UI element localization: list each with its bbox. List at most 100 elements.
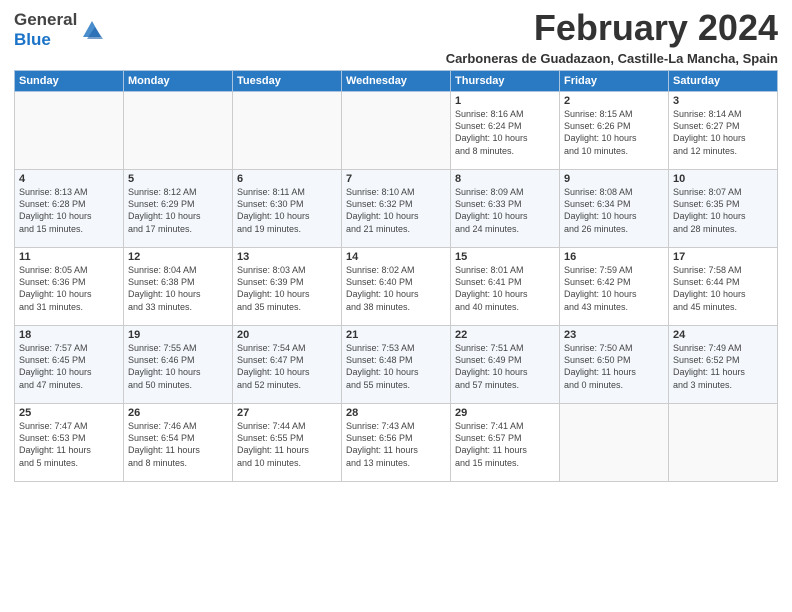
- day-number: 17: [673, 251, 773, 263]
- calendar-cell: 14Sunrise: 8:02 AMSunset: 6:40 PMDayligh…: [342, 248, 451, 326]
- day-info: Sunrise: 7:46 AMSunset: 6:54 PMDaylight:…: [128, 420, 228, 469]
- header: General Blue February 2024: [14, 10, 778, 49]
- day-info: Sunrise: 8:13 AMSunset: 6:28 PMDaylight:…: [19, 186, 119, 235]
- day-info: Sunrise: 7:58 AMSunset: 6:44 PMDaylight:…: [673, 264, 773, 313]
- day-info: Sunrise: 7:54 AMSunset: 6:47 PMDaylight:…: [237, 342, 337, 391]
- calendar-cell: 27Sunrise: 7:44 AMSunset: 6:55 PMDayligh…: [233, 404, 342, 482]
- calendar-cell: 4Sunrise: 8:13 AMSunset: 6:28 PMDaylight…: [15, 170, 124, 248]
- day-number: 5: [128, 173, 228, 185]
- day-info: Sunrise: 7:49 AMSunset: 6:52 PMDaylight:…: [673, 342, 773, 391]
- day-header-thursday: Thursday: [451, 71, 560, 92]
- day-number: 18: [19, 329, 119, 341]
- day-header-saturday: Saturday: [669, 71, 778, 92]
- calendar-cell: 13Sunrise: 8:03 AMSunset: 6:39 PMDayligh…: [233, 248, 342, 326]
- calendar-cell: 3Sunrise: 8:14 AMSunset: 6:27 PMDaylight…: [669, 92, 778, 170]
- day-info: Sunrise: 8:05 AMSunset: 6:36 PMDaylight:…: [19, 264, 119, 313]
- calendar-cell: 17Sunrise: 7:58 AMSunset: 6:44 PMDayligh…: [669, 248, 778, 326]
- calendar-cell: 6Sunrise: 8:11 AMSunset: 6:30 PMDaylight…: [233, 170, 342, 248]
- calendar-cell: 26Sunrise: 7:46 AMSunset: 6:54 PMDayligh…: [124, 404, 233, 482]
- day-number: 15: [455, 251, 555, 263]
- day-number: 4: [19, 173, 119, 185]
- day-number: 24: [673, 329, 773, 341]
- calendar-table: SundayMondayTuesdayWednesdayThursdayFrid…: [14, 70, 778, 482]
- day-info: Sunrise: 7:43 AMSunset: 6:56 PMDaylight:…: [346, 420, 446, 469]
- day-header-monday: Monday: [124, 71, 233, 92]
- day-number: 16: [564, 251, 664, 263]
- day-number: 20: [237, 329, 337, 341]
- day-info: Sunrise: 8:02 AMSunset: 6:40 PMDaylight:…: [346, 264, 446, 313]
- calendar-cell: 29Sunrise: 7:41 AMSunset: 6:57 PMDayligh…: [451, 404, 560, 482]
- calendar-cell: [669, 404, 778, 482]
- calendar-cell: 9Sunrise: 8:08 AMSunset: 6:34 PMDaylight…: [560, 170, 669, 248]
- calendar-cell: [560, 404, 669, 482]
- calendar-cell: 19Sunrise: 7:55 AMSunset: 6:46 PMDayligh…: [124, 326, 233, 404]
- day-info: Sunrise: 8:03 AMSunset: 6:39 PMDaylight:…: [237, 264, 337, 313]
- calendar-cell: 15Sunrise: 8:01 AMSunset: 6:41 PMDayligh…: [451, 248, 560, 326]
- day-info: Sunrise: 7:57 AMSunset: 6:45 PMDaylight:…: [19, 342, 119, 391]
- day-number: 25: [19, 407, 119, 419]
- calendar-cell: 1Sunrise: 8:16 AMSunset: 6:24 PMDaylight…: [451, 92, 560, 170]
- week-row-4: 18Sunrise: 7:57 AMSunset: 6:45 PMDayligh…: [15, 326, 778, 404]
- day-info: Sunrise: 7:59 AMSunset: 6:42 PMDaylight:…: [564, 264, 664, 313]
- day-number: 10: [673, 173, 773, 185]
- calendar-cell: 8Sunrise: 8:09 AMSunset: 6:33 PMDaylight…: [451, 170, 560, 248]
- day-info: Sunrise: 7:50 AMSunset: 6:50 PMDaylight:…: [564, 342, 664, 391]
- week-row-3: 11Sunrise: 8:05 AMSunset: 6:36 PMDayligh…: [15, 248, 778, 326]
- month-title: February 2024: [534, 10, 778, 46]
- day-number: 28: [346, 407, 446, 419]
- calendar-cell: 12Sunrise: 8:04 AMSunset: 6:38 PMDayligh…: [124, 248, 233, 326]
- day-info: Sunrise: 8:11 AMSunset: 6:30 PMDaylight:…: [237, 186, 337, 235]
- day-number: 8: [455, 173, 555, 185]
- calendar-page: General Blue February 2024 Carboneras de…: [0, 0, 792, 612]
- day-number: 29: [455, 407, 555, 419]
- day-number: 2: [564, 95, 664, 107]
- day-info: Sunrise: 8:14 AMSunset: 6:27 PMDaylight:…: [673, 108, 773, 157]
- day-header-tuesday: Tuesday: [233, 71, 342, 92]
- day-number: 3: [673, 95, 773, 107]
- day-number: 13: [237, 251, 337, 263]
- calendar-cell: 16Sunrise: 7:59 AMSunset: 6:42 PMDayligh…: [560, 248, 669, 326]
- calendar-cell: 23Sunrise: 7:50 AMSunset: 6:50 PMDayligh…: [560, 326, 669, 404]
- calendar-cell: 28Sunrise: 7:43 AMSunset: 6:56 PMDayligh…: [342, 404, 451, 482]
- day-number: 9: [564, 173, 664, 185]
- day-number: 23: [564, 329, 664, 341]
- day-info: Sunrise: 7:53 AMSunset: 6:48 PMDaylight:…: [346, 342, 446, 391]
- calendar-cell: [233, 92, 342, 170]
- subtitle: Carboneras de Guadazaon, Castille-La Man…: [14, 51, 778, 66]
- day-number: 1: [455, 95, 555, 107]
- day-header-wednesday: Wednesday: [342, 71, 451, 92]
- day-number: 22: [455, 329, 555, 341]
- day-number: 6: [237, 173, 337, 185]
- logo: General Blue: [14, 10, 105, 49]
- day-info: Sunrise: 7:55 AMSunset: 6:46 PMDaylight:…: [128, 342, 228, 391]
- calendar-cell: 20Sunrise: 7:54 AMSunset: 6:47 PMDayligh…: [233, 326, 342, 404]
- day-info: Sunrise: 7:51 AMSunset: 6:49 PMDaylight:…: [455, 342, 555, 391]
- calendar-cell: 11Sunrise: 8:05 AMSunset: 6:36 PMDayligh…: [15, 248, 124, 326]
- logo-icon: [79, 17, 105, 43]
- calendar-cell: 24Sunrise: 7:49 AMSunset: 6:52 PMDayligh…: [669, 326, 778, 404]
- day-info: Sunrise: 8:08 AMSunset: 6:34 PMDaylight:…: [564, 186, 664, 235]
- logo-general: General: [14, 10, 77, 30]
- day-number: 26: [128, 407, 228, 419]
- day-info: Sunrise: 8:01 AMSunset: 6:41 PMDaylight:…: [455, 264, 555, 313]
- week-row-5: 25Sunrise: 7:47 AMSunset: 6:53 PMDayligh…: [15, 404, 778, 482]
- calendar-cell: 18Sunrise: 7:57 AMSunset: 6:45 PMDayligh…: [15, 326, 124, 404]
- day-info: Sunrise: 8:10 AMSunset: 6:32 PMDaylight:…: [346, 186, 446, 235]
- day-header-sunday: Sunday: [15, 71, 124, 92]
- days-header-row: SundayMondayTuesdayWednesdayThursdayFrid…: [15, 71, 778, 92]
- day-info: Sunrise: 8:07 AMSunset: 6:35 PMDaylight:…: [673, 186, 773, 235]
- calendar-cell: 22Sunrise: 7:51 AMSunset: 6:49 PMDayligh…: [451, 326, 560, 404]
- day-info: Sunrise: 7:47 AMSunset: 6:53 PMDaylight:…: [19, 420, 119, 469]
- calendar-cell: 25Sunrise: 7:47 AMSunset: 6:53 PMDayligh…: [15, 404, 124, 482]
- calendar-cell: 2Sunrise: 8:15 AMSunset: 6:26 PMDaylight…: [560, 92, 669, 170]
- day-header-friday: Friday: [560, 71, 669, 92]
- calendar-cell: [342, 92, 451, 170]
- day-info: Sunrise: 7:41 AMSunset: 6:57 PMDaylight:…: [455, 420, 555, 469]
- day-info: Sunrise: 8:15 AMSunset: 6:26 PMDaylight:…: [564, 108, 664, 157]
- day-info: Sunrise: 7:44 AMSunset: 6:55 PMDaylight:…: [237, 420, 337, 469]
- logo-blue: Blue: [14, 30, 77, 50]
- day-number: 11: [19, 251, 119, 263]
- calendar-cell: 10Sunrise: 8:07 AMSunset: 6:35 PMDayligh…: [669, 170, 778, 248]
- day-number: 21: [346, 329, 446, 341]
- day-info: Sunrise: 8:04 AMSunset: 6:38 PMDaylight:…: [128, 264, 228, 313]
